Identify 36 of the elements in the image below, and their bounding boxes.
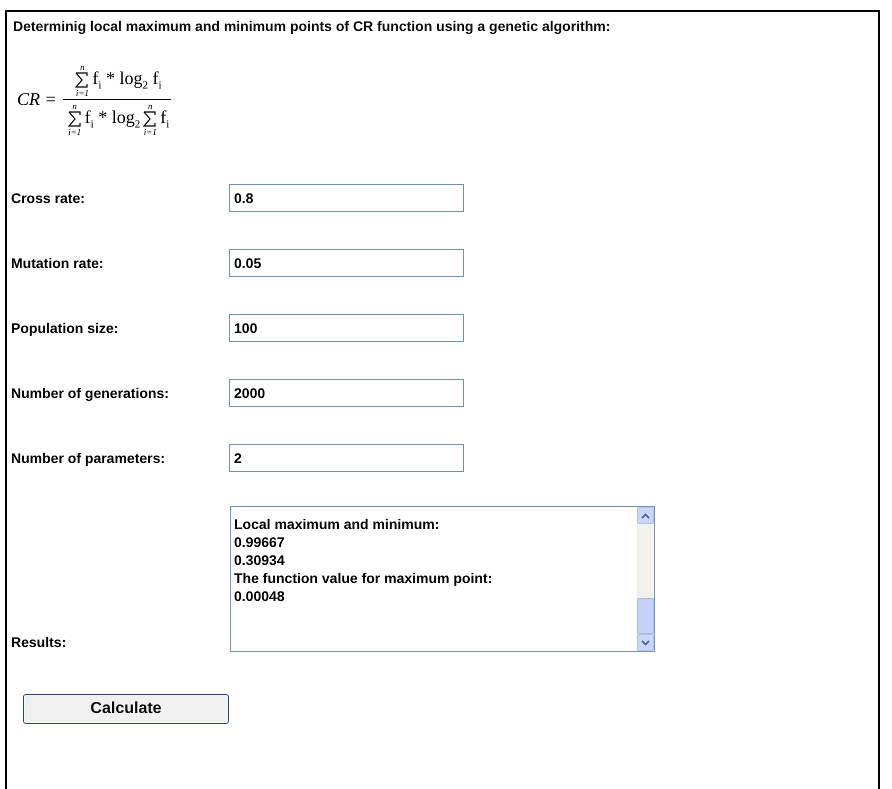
input-field[interactable]: 0.05 [229, 248, 464, 276]
result-line: 0.30934 [234, 551, 286, 569]
field-label: Population size: [11, 320, 118, 336]
result-line: Local maximum and minimum: [234, 515, 440, 533]
input-field[interactable]: 100 [229, 314, 464, 342]
sum-upper-limit: n [148, 101, 152, 111]
result-line: The function value for maximum point: [234, 569, 494, 587]
formula-term: f$_{i}$ * log$_{2}$ [84, 107, 140, 131]
results-box[interactable]: Local maximum and minimum: 0.99667 0.30934 The function value for maximum point: 0.00048 [230, 506, 655, 652]
result-line: 0.99667 [234, 533, 286, 551]
sum-upper-limit: n [80, 62, 85, 72]
result-line: 0.00048 [234, 587, 286, 605]
sum-sign-icon [75, 72, 90, 88]
input-field[interactable]: 2 [229, 444, 464, 472]
field-label: Mutation rate: [11, 254, 104, 270]
scrollbar[interactable] [637, 507, 654, 651]
sum-lower-limit: i=1 [76, 88, 89, 98]
page-title: Determinig local maximum and minimum points of CR function using a genetic algorithm: [13, 18, 612, 34]
formula-term: f$_{i}$ [160, 107, 170, 131]
input-field[interactable]: 0.8 [229, 184, 464, 212]
scroll-up-icon[interactable] [637, 507, 654, 524]
field-label: Cross rate: [11, 190, 85, 206]
input-field[interactable]: 2000 [229, 378, 464, 406]
formula-lhs: CR = [17, 89, 57, 110]
formula-term: f$_{i}$ * log$_{2}$ f$_{i}$ [92, 68, 162, 92]
sum-sign-icon [143, 111, 158, 127]
scroll-thumb[interactable] [637, 598, 654, 634]
sum-sign-icon [68, 111, 82, 127]
sum-lower-limit: i=1 [144, 127, 157, 137]
sum-lower-limit: i=1 [68, 127, 82, 137]
scroll-down-icon[interactable] [637, 634, 654, 651]
results-label: Results: [11, 634, 66, 650]
field-label: Number of parameters: [11, 450, 166, 466]
field-label: Number of generations: [11, 384, 169, 400]
sum-upper-limit: n [72, 101, 77, 111]
calculate-button[interactable]: Calculate [23, 694, 229, 724]
